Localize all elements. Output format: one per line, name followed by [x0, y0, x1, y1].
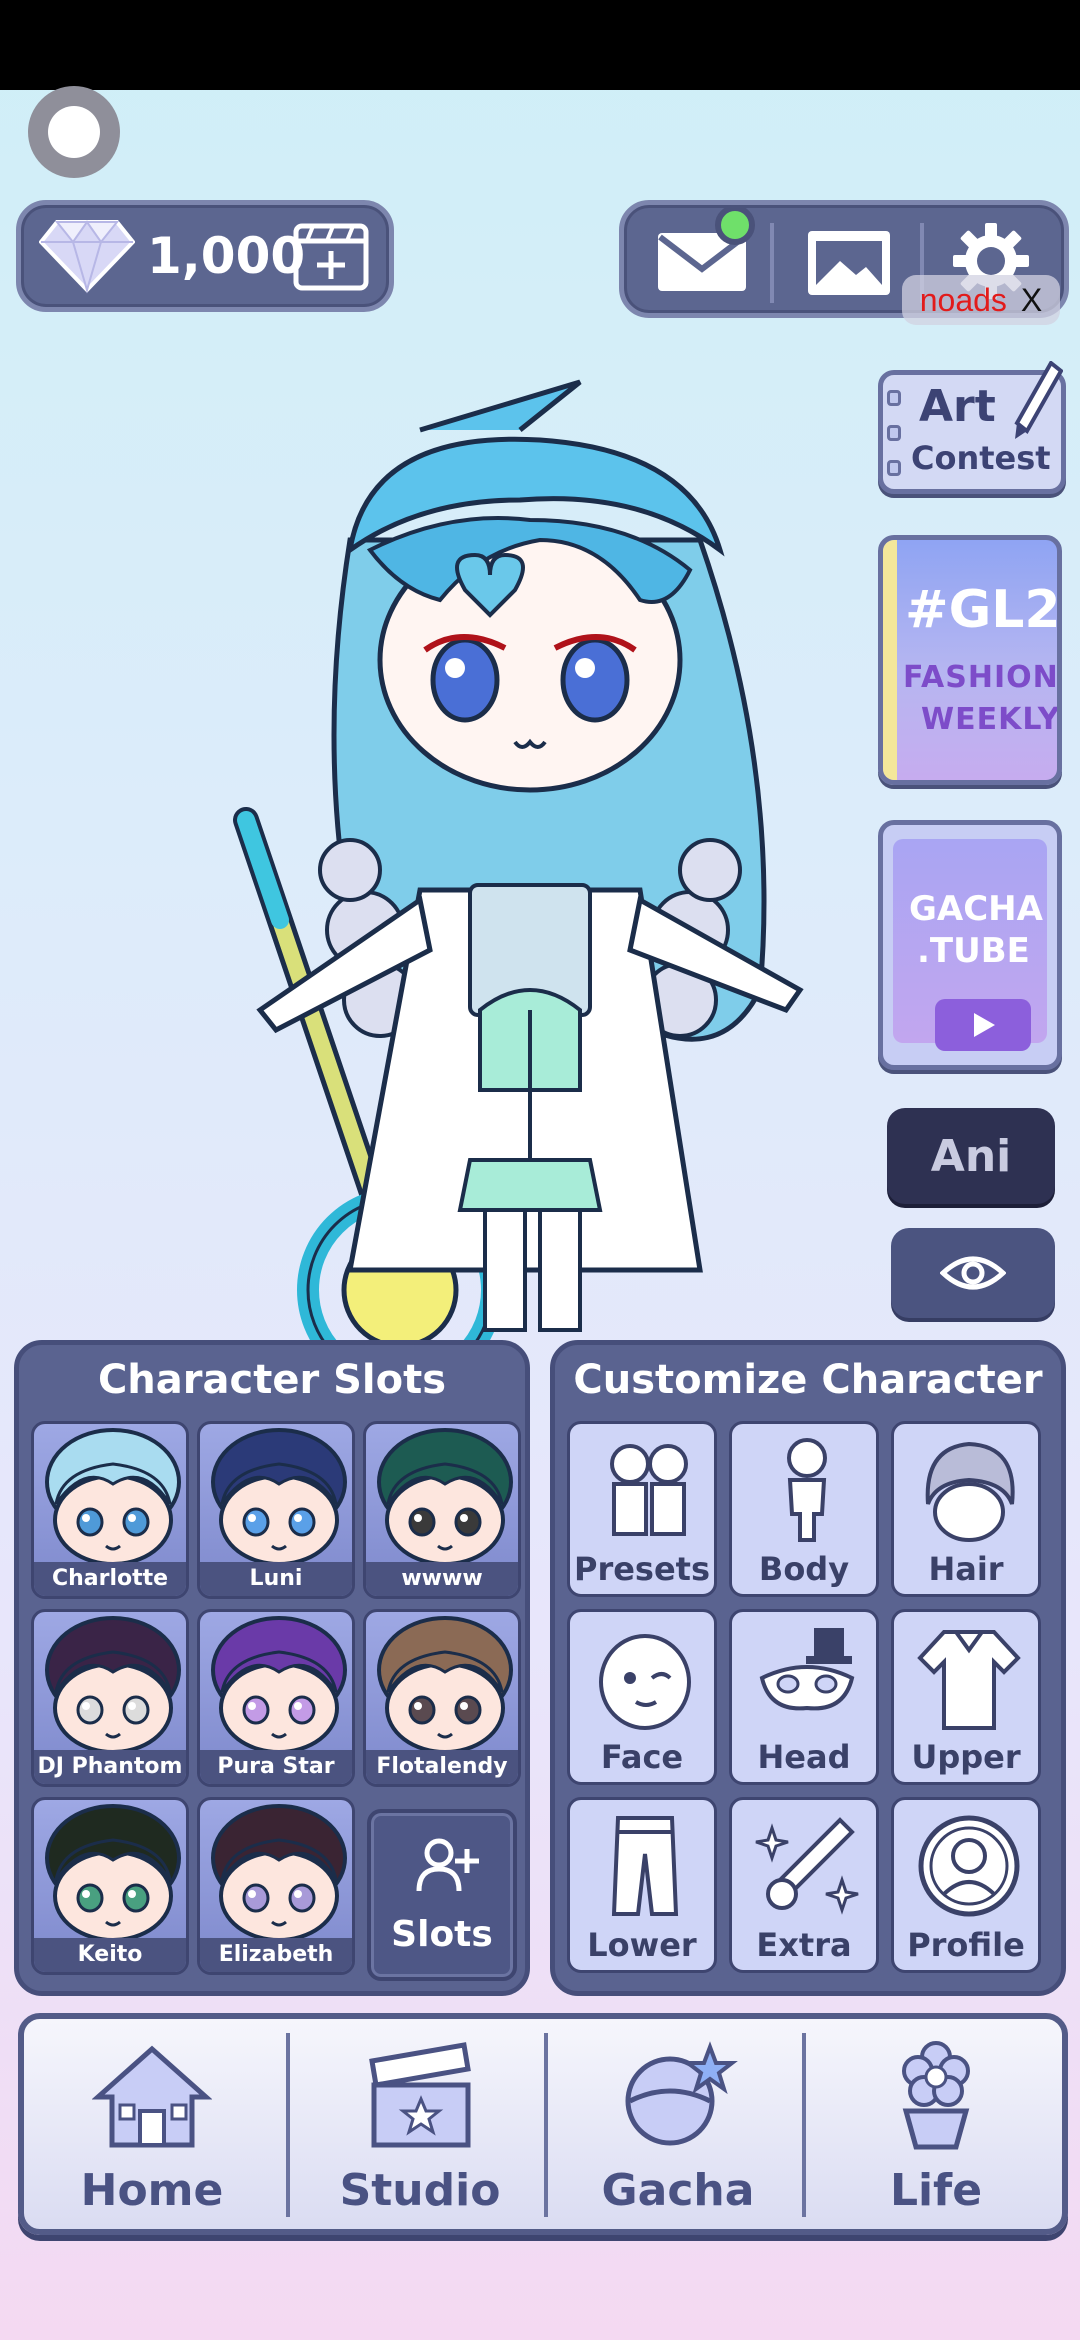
customize-profile-button[interactable]: Profile	[891, 1797, 1041, 1973]
upper-icon	[917, 1630, 1021, 1730]
nav-studio[interactable]: Studio	[292, 2019, 548, 2229]
character-slot-name: Luni	[200, 1562, 352, 1596]
customize-item-label: Upper	[911, 1738, 1021, 1776]
face-icon	[599, 1634, 691, 1730]
art-contest-button[interactable]: Art Contest	[878, 361, 1066, 494]
character-preview[interactable]	[220, 370, 840, 1350]
character-avatar	[211, 1804, 347, 1942]
nav-studio-label: Studio	[339, 2165, 501, 2216]
currency-panel: 1,000	[16, 200, 394, 312]
customize-item-label: Body	[758, 1550, 850, 1588]
gacha-tube-button[interactable]: GACHA .TUBE	[878, 820, 1062, 1070]
clapperboard-icon	[369, 2042, 471, 2148]
close-ads-button[interactable]: X	[1021, 282, 1042, 319]
gallery-icon[interactable]	[804, 227, 894, 299]
diamond-icon	[39, 220, 135, 294]
nav-gacha[interactable]: Gacha	[550, 2019, 806, 2229]
customize-face-button[interactable]: Face	[567, 1609, 717, 1785]
add-person-icon	[416, 1838, 479, 1892]
add-gems-icon[interactable]	[293, 223, 369, 291]
character-avatar	[211, 1616, 347, 1754]
customize-item-label: Presets	[573, 1550, 711, 1588]
customize-item-label: Profile	[907, 1926, 1025, 1964]
character-slot[interactable]: Pura Star	[197, 1609, 355, 1787]
add-slot-label: Slots	[391, 1914, 493, 1955]
lower-icon	[611, 1816, 679, 1916]
customize-presets-button[interactable]: Presets	[567, 1421, 717, 1597]
nav-life-label: Life	[889, 2165, 983, 2216]
customize-item-label: Hair	[928, 1550, 1004, 1588]
customize-character-title: Customize Character	[573, 1357, 1043, 1403]
character-slot[interactable]: Flotalendy	[363, 1609, 521, 1787]
character-slot[interactable]: DJ Phantom	[31, 1609, 189, 1787]
gl2-line2: WEEKLY	[921, 702, 1061, 737]
noads-banner[interactable]: noads X	[902, 275, 1060, 325]
customize-head-button[interactable]: Head	[729, 1609, 879, 1785]
character-avatar	[45, 1428, 181, 1566]
customize-upper-button[interactable]: Upper	[891, 1609, 1041, 1785]
gl2-fashion-weekly-button[interactable]: #GL2 FASHION WEEKLY	[878, 535, 1062, 785]
gachatube-line2: .TUBE	[917, 931, 1030, 971]
status-bar	[0, 0, 1080, 90]
art-contest-line1: Art	[919, 381, 996, 432]
hair-icon	[925, 1441, 1015, 1542]
nav-home-label: Home	[80, 2165, 224, 2216]
character-slot-name: Pura Star	[200, 1750, 352, 1784]
extra-icon	[755, 1817, 859, 1915]
noads-label[interactable]: noads	[920, 282, 1007, 319]
character-slot[interactable]: Elizabeth	[197, 1797, 355, 1975]
pencil-icon	[1014, 361, 1063, 439]
character-avatar	[211, 1428, 347, 1566]
customize-body-button[interactable]: Body	[729, 1421, 879, 1597]
ani-button[interactable]: Ani	[887, 1108, 1055, 1204]
home-icon	[92, 2045, 212, 2148]
head-icon	[759, 1628, 855, 1711]
customize-item-label: Head	[757, 1738, 851, 1776]
character-slot-name: Flotalendy	[366, 1750, 518, 1784]
art-contest-line2: Contest	[911, 439, 1051, 477]
gl2-line1: FASHION	[903, 660, 1059, 695]
play-icon	[935, 999, 1031, 1051]
character-slots-title: Character Slots	[97, 1357, 447, 1403]
customize-character-panel: Customize Character Presets Body Hair Face H…	[550, 1340, 1066, 1996]
character-slot-name: Elizabeth	[200, 1938, 352, 1972]
character-slot-name: DJ Phantom	[34, 1750, 186, 1784]
character-slot[interactable]: Charlotte	[31, 1421, 189, 1599]
record-button[interactable]	[28, 86, 120, 178]
character-slot-name: Keito	[34, 1938, 186, 1972]
customize-item-label: Extra	[756, 1926, 852, 1964]
character-slots-panel: Character Slots Charlotte Luni wwww DJ Phan…	[14, 1340, 530, 1996]
notification-dot	[715, 205, 755, 245]
nav-life[interactable]: Life	[808, 2019, 1064, 2229]
bottom-navigation: Home Studio Gacha Life	[18, 2013, 1068, 2235]
gacha-capsule-icon	[625, 2041, 738, 2146]
character-avatar	[377, 1616, 513, 1754]
nav-gacha-label: Gacha	[601, 2165, 755, 2216]
character-avatar	[45, 1804, 181, 1942]
gem-count: 1,000	[147, 227, 306, 285]
customize-item-label: Face	[600, 1738, 684, 1776]
nav-home[interactable]: Home	[24, 2019, 280, 2229]
notebook-rings-icon	[887, 381, 901, 485]
profile-icon	[918, 1815, 1020, 1917]
gl2-title: #GL2	[905, 580, 1061, 640]
flower-pot-icon	[902, 2041, 970, 2150]
customize-hair-button[interactable]: Hair	[891, 1421, 1041, 1597]
customize-lower-button[interactable]: Lower	[567, 1797, 717, 1973]
character-slot[interactable]: Luni	[197, 1421, 355, 1599]
character-slot[interactable]: wwww	[363, 1421, 521, 1599]
body-icon	[787, 1438, 827, 1542]
character-avatar	[45, 1616, 181, 1754]
character-slot[interactable]: Keito	[31, 1797, 189, 1975]
character-slot-name: Charlotte	[34, 1562, 186, 1596]
customize-extra-button[interactable]: Extra	[729, 1797, 879, 1973]
presets-icon	[610, 1444, 688, 1536]
character-slot-name: wwww	[366, 1562, 518, 1596]
eye-icon[interactable]	[891, 1228, 1055, 1318]
character-avatar	[377, 1428, 513, 1566]
add-slot-button[interactable]: Slots	[367, 1809, 517, 1981]
gachatube-line1: GACHA	[909, 889, 1043, 929]
customize-item-label: Lower	[587, 1926, 697, 1964]
